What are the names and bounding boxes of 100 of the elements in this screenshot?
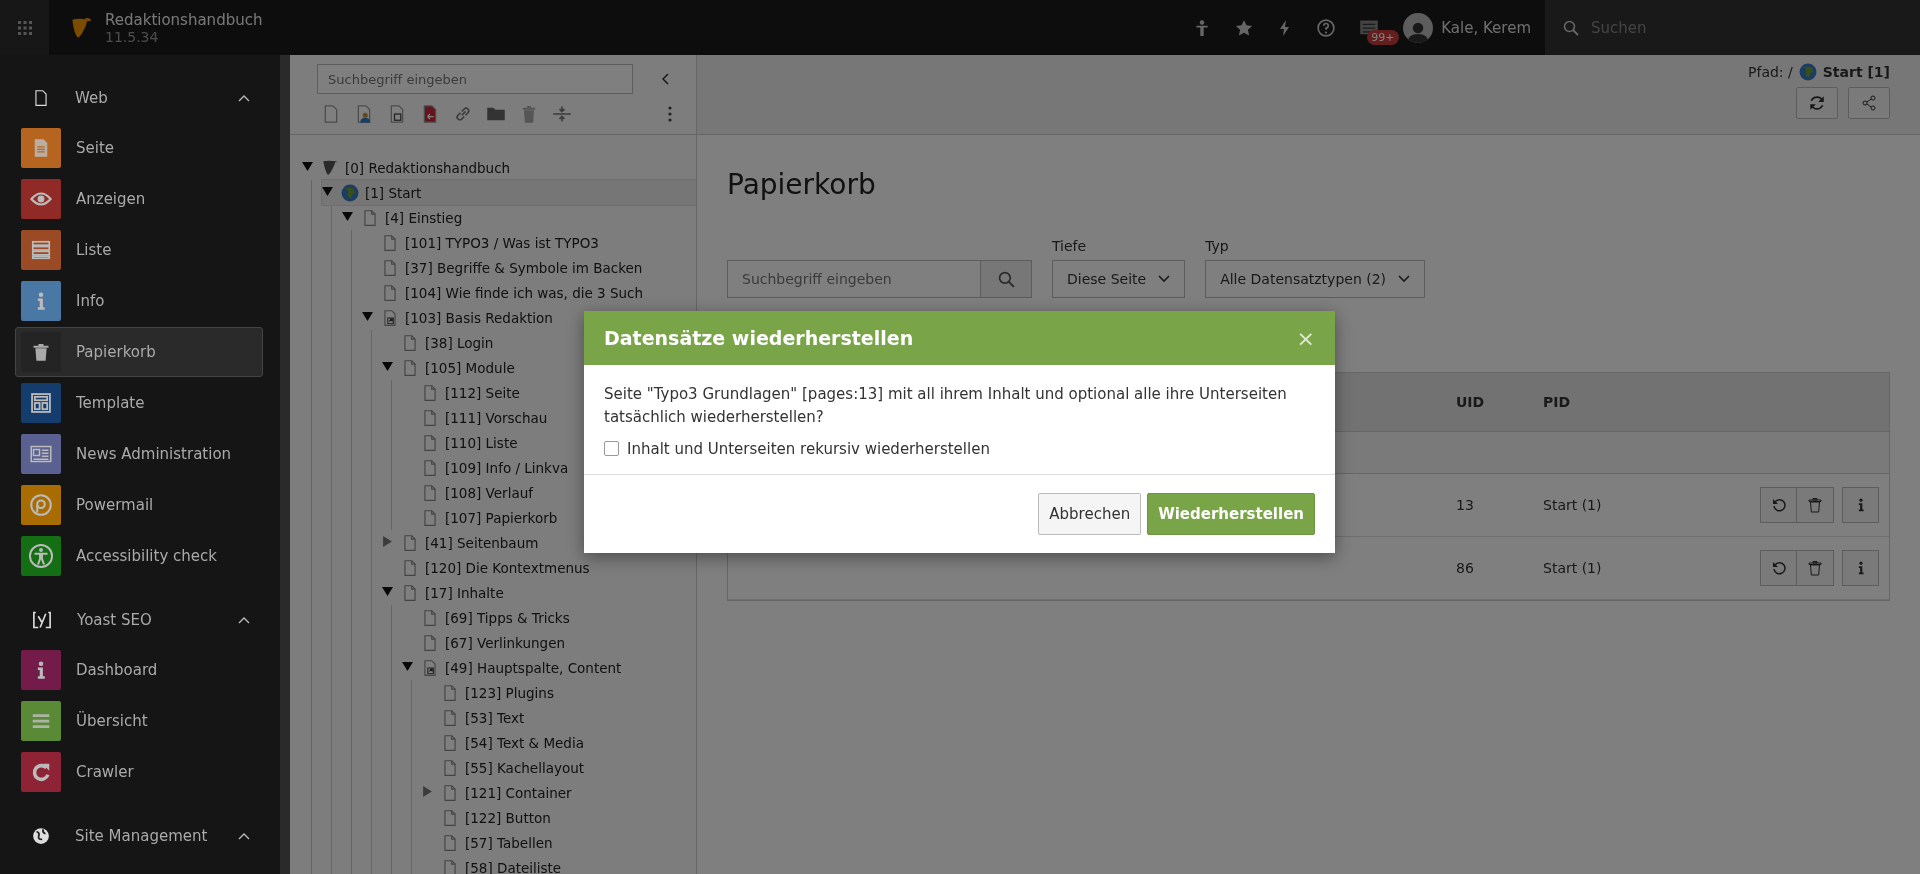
dropdown[interactable]: Diese Seite xyxy=(1052,260,1186,298)
restore-button[interactable] xyxy=(1760,550,1797,586)
tree-item[interactable]: [105] Module xyxy=(382,355,696,380)
info-button[interactable] xyxy=(1842,550,1879,586)
column-header: UID xyxy=(1456,394,1486,410)
restore-button[interactable]: Wiederherstellen xyxy=(1147,492,1315,535)
page-icon xyxy=(421,633,439,652)
search-button[interactable] xyxy=(981,260,1032,298)
tree-item[interactable]: [58] Dateiliste xyxy=(422,855,696,874)
trash-icon xyxy=(31,342,51,362)
tree-item[interactable]: [103] Basis Redaktion xyxy=(362,305,696,330)
refresh-icon xyxy=(30,761,52,783)
page-title: Papierkorb xyxy=(727,168,877,201)
module-menu-item[interactable]: Seite xyxy=(15,123,263,173)
help-icon[interactable] xyxy=(1317,18,1336,37)
at-sign-icon xyxy=(29,493,53,517)
column-header: PID xyxy=(1543,394,1572,410)
module-group-label[interactable]: Yoast SEO xyxy=(77,611,238,629)
tree-item[interactable]: [101] TYPO3 / Was ist TYPO3 xyxy=(362,230,696,255)
module-group-label[interactable]: Site Management xyxy=(75,827,238,845)
checkbox[interactable] xyxy=(604,441,619,456)
page-icon xyxy=(401,333,419,352)
page-icon xyxy=(421,408,439,427)
module-group-label[interactable]: Web xyxy=(75,89,238,107)
table-cell-text: Start (1) xyxy=(1543,560,1603,576)
module-menu-item[interactable]: Accessibility check xyxy=(15,531,263,581)
page-icon xyxy=(361,208,379,227)
page-icon xyxy=(441,783,459,802)
share-button[interactable] xyxy=(1848,87,1890,119)
link-icon[interactable] xyxy=(453,104,473,124)
tree-item[interactable]: [123] Plugins xyxy=(422,680,696,705)
trash-icon xyxy=(1807,497,1823,513)
page-icon xyxy=(401,583,419,602)
tree-item[interactable]: [55] Kachellayout xyxy=(422,755,696,780)
module-menu-item[interactable]: Papierkorb xyxy=(15,327,263,377)
module-menu-item[interactable]: Info xyxy=(15,276,263,326)
globe-icon xyxy=(341,183,359,202)
tree-item[interactable]: [17] Inhalte xyxy=(382,580,696,605)
module-menu-item[interactable]: Anzeigen xyxy=(15,174,263,224)
module-menu-item[interactable]: Template xyxy=(15,378,263,428)
tree-item[interactable]: [0] Redaktionshandbuch xyxy=(302,155,696,180)
dialog-message: Seite "Typo3 Grundlagen" [pages:13] mit all ihrem Inhalt und optional alle ihre Unterseiten tatsächlich wiederherstellen? xyxy=(604,384,1288,429)
module-menu-item[interactable]: Powermail xyxy=(15,480,263,530)
tree-item[interactable]: [121] Container xyxy=(422,780,696,805)
page-icon xyxy=(441,733,459,752)
module-menu-item[interactable]: News Administration xyxy=(15,429,263,479)
chevron-down-icon xyxy=(1158,275,1171,283)
checkbox-label[interactable]: Inhalt und Unterseiten rekursiv wiederherstellen xyxy=(627,439,990,458)
user-name[interactable]: Kale, Kerem xyxy=(1441,18,1531,37)
tree-item[interactable]: [120] Die Kontextmenus xyxy=(382,555,696,580)
tree-item[interactable]: [122] Button xyxy=(422,805,696,830)
path-page[interactable]: Start [1] xyxy=(1822,64,1890,80)
chevron-up-icon[interactable] xyxy=(238,94,250,102)
tree-item[interactable]: [4] Einstieg xyxy=(342,205,696,230)
module-menu-item[interactable]: Liste xyxy=(15,225,263,275)
module-menu-item[interactable]: Dashboard xyxy=(15,645,263,695)
layout-icon xyxy=(30,392,52,414)
logo-icon xyxy=(321,158,339,177)
tree-item[interactable]: [67] Verlinkungen xyxy=(402,630,696,655)
tree-item[interactable]: [69] Tipps & Tricks xyxy=(402,605,696,630)
info-button[interactable] xyxy=(1842,487,1879,523)
search-field[interactable]: Suchbegriff eingeben xyxy=(727,260,981,298)
tree-item[interactable]: [1] Start xyxy=(322,180,696,205)
chevron-up-icon[interactable] xyxy=(238,616,250,624)
tree-item[interactable]: [104] Wie finde ich was, die 3 Such xyxy=(362,280,696,305)
tree-item[interactable]: [54] Text & Media xyxy=(422,730,696,755)
star-icon[interactable] xyxy=(1235,18,1254,37)
page-icon xyxy=(421,508,439,527)
logo-icon[interactable] xyxy=(71,16,93,39)
scrollbar[interactable] xyxy=(280,55,290,874)
restore-button[interactable] xyxy=(1760,487,1797,523)
page-icon xyxy=(421,458,439,477)
tree-item[interactable]: [41] Seitenbaum xyxy=(382,530,696,555)
cancel-button[interactable]: Abbrechen xyxy=(1038,492,1142,535)
divider-icon[interactable] xyxy=(552,104,572,124)
chevron-up-icon[interactable] xyxy=(238,832,250,840)
module-menu-item[interactable]: Crawler xyxy=(15,747,263,797)
trash-icon xyxy=(1807,560,1823,576)
tree-item[interactable]: [37] Begriffe & Symbole im Backen xyxy=(362,255,696,280)
app-grid-icon[interactable] xyxy=(0,0,49,55)
document-icon xyxy=(32,89,50,107)
avatar-silhouette-icon[interactable] xyxy=(1403,12,1434,43)
delete-button[interactable] xyxy=(1797,487,1834,523)
tree-item[interactable]: [49] Hauptspalte, Content xyxy=(402,655,696,680)
tree-item[interactable]: [53] Text xyxy=(422,705,696,730)
tree-item[interactable]: [57] Tabellen xyxy=(422,830,696,855)
notification-badge: 99+ xyxy=(1367,29,1399,45)
delete-button[interactable] xyxy=(1797,550,1834,586)
more-options-icon[interactable] xyxy=(668,106,672,122)
reload-button[interactable] xyxy=(1796,87,1838,119)
site-name: Redaktionshandbuch xyxy=(105,10,263,29)
filter-label: Typ xyxy=(1205,238,1230,254)
tree-item[interactable]: [108] Verlauf xyxy=(402,480,696,505)
tree-item[interactable]: [107] Papierkorb xyxy=(402,505,696,530)
module-menu-item[interactable]: Übersicht xyxy=(15,696,263,746)
chevron-left-icon[interactable] xyxy=(661,73,669,85)
dropdown[interactable]: Alle Datensatztypen (2) xyxy=(1205,260,1426,298)
tree-search-field[interactable]: Suchbegriff eingeben xyxy=(317,64,633,94)
tree-item[interactable]: [109] Info / Linkva xyxy=(402,455,696,480)
undo-icon xyxy=(1770,560,1787,576)
